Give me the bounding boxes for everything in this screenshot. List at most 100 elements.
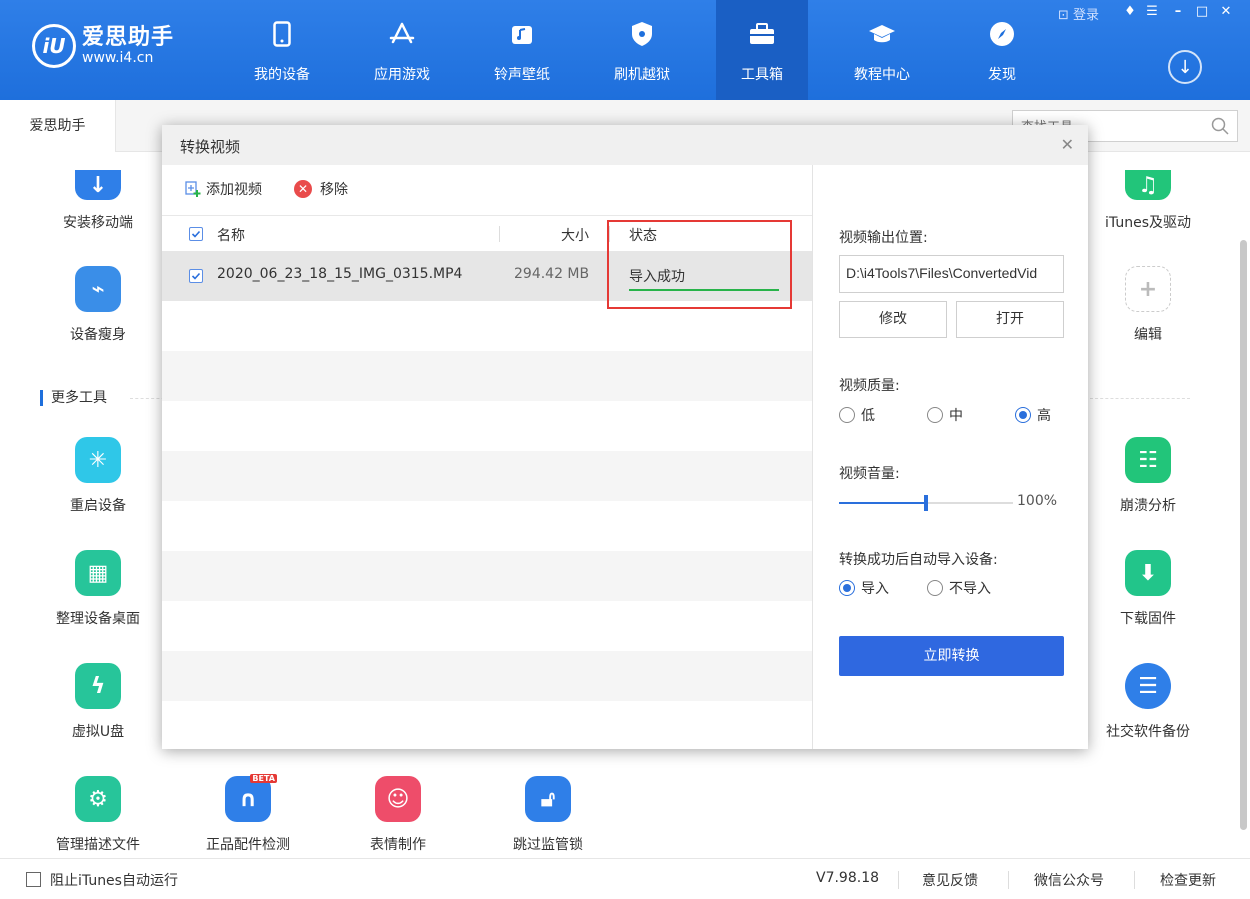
- close-icon[interactable]: ✕: [1061, 135, 1074, 154]
- download-icon[interactable]: ↓: [1168, 50, 1202, 84]
- search-icon[interactable]: [1211, 117, 1229, 135]
- radio-button: [927, 580, 943, 596]
- column-name[interactable]: 名称: [217, 225, 245, 245]
- appstore-icon: [388, 20, 416, 48]
- column-size[interactable]: 大小: [561, 225, 589, 245]
- graduation-cap-icon: [868, 20, 896, 48]
- quality-low-radio[interactable]: 低: [839, 405, 875, 425]
- tool-accessory-check[interactable]: ∩ BETA 正品配件检测: [178, 774, 318, 854]
- table-row-empty: [162, 451, 812, 501]
- tool-device-cleanup[interactable]: ⌁ 设备瘦身: [28, 266, 168, 344]
- volume-value: 100%: [1017, 493, 1058, 509]
- tool-install-mobile[interactable]: ↓ 安装移动端: [28, 170, 168, 232]
- app-title: 爱思助手: [82, 25, 175, 50]
- close-icon[interactable]: ✕: [1216, 4, 1236, 20]
- block-itunes-label[interactable]: 阻止iTunes自动运行: [50, 870, 178, 890]
- nav-ringtones[interactable]: 铃声壁纸: [476, 0, 568, 100]
- remove-icon: ✕: [294, 180, 312, 198]
- shield-icon: [628, 20, 656, 48]
- skin-icon[interactable]: ♦: [1120, 4, 1140, 20]
- menu-icon[interactable]: ☰: [1142, 4, 1162, 20]
- tool-emoji-maker[interactable]: ☺ 表情制作: [328, 776, 468, 854]
- nav-my-device[interactable]: 我的设备: [236, 0, 328, 100]
- nav-discover[interactable]: 发现: [956, 0, 1048, 100]
- file-size: 294.42 MB: [514, 266, 590, 282]
- table-row-empty: [162, 351, 812, 401]
- highlight-box: [607, 220, 792, 309]
- auto-import-label: 转换成功后自动导入设备:: [839, 552, 998, 568]
- tool-itunes-driver[interactable]: ♫ iTunes及驱动: [1078, 170, 1218, 232]
- tool-social-backup[interactable]: ☰ 社交软件备份: [1078, 663, 1218, 741]
- block-itunes-checkbox[interactable]: [26, 872, 41, 887]
- output-path-field[interactable]: D:\i4Tools7\Files\ConvertedVid: [839, 255, 1064, 293]
- remove-button[interactable]: ✕ 移除: [294, 179, 348, 199]
- convert-now-button[interactable]: 立即转换: [839, 636, 1064, 676]
- restart-icon: ✳: [75, 437, 121, 483]
- table-row-empty: [162, 501, 812, 551]
- feedback-link[interactable]: 意见反馈: [922, 870, 978, 890]
- table-row-empty: [162, 601, 812, 651]
- modify-button[interactable]: 修改: [839, 301, 947, 338]
- select-all-checkbox[interactable]: [189, 227, 203, 241]
- tool-virtual-udisk[interactable]: ϟ 虚拟U盘: [28, 663, 168, 741]
- volume-slider-thumb[interactable]: [924, 495, 928, 511]
- row-checkbox[interactable]: [189, 269, 203, 283]
- scrollbar[interactable]: [1240, 240, 1247, 830]
- smiley-icon: ☺: [375, 776, 421, 822]
- import-radio[interactable]: 导入: [839, 578, 889, 598]
- clipboard-icon: ☷: [1125, 437, 1171, 483]
- volume-slider-fill: [839, 502, 926, 504]
- no-import-radio[interactable]: 不导入: [927, 578, 991, 598]
- tool-manage-profiles[interactable]: ⚙ 管理描述文件: [28, 776, 168, 854]
- nav-apps-games[interactable]: 应用游戏: [356, 0, 448, 100]
- nav-tutorials[interactable]: 教程中心: [836, 0, 928, 100]
- app-header: iU 爱思助手 www.i4.cn 我的设备 应用游戏 铃声壁纸 刷机越狱 工具…: [0, 0, 1250, 100]
- add-file-icon: [185, 181, 201, 197]
- beta-badge: BETA: [250, 774, 277, 783]
- grid-icon: ▦: [75, 550, 121, 596]
- minimize-icon[interactable]: –: [1168, 4, 1188, 20]
- file-name: 2020_06_23_18_15_IMG_0315.MP4: [217, 266, 463, 282]
- chat-backup-icon: ☰: [1125, 663, 1171, 709]
- section-more-tools: 更多工具: [40, 390, 107, 406]
- version-label: V7.98.18: [816, 870, 880, 886]
- tool-edit[interactable]: + 编辑: [1078, 266, 1218, 344]
- open-button[interactable]: 打开: [956, 301, 1064, 338]
- nav-flash-jailbreak[interactable]: 刷机越狱: [596, 0, 688, 100]
- maximize-icon[interactable]: □: [1192, 4, 1212, 20]
- quality-high-radio[interactable]: 高: [1015, 405, 1051, 425]
- usb-icon: ϟ: [75, 663, 121, 709]
- music-icon: [508, 20, 536, 48]
- unlock-icon: 🔓︎: [525, 776, 571, 822]
- convert-video-dialog: 转换视频 ✕ 添加视频 ✕ 移除 名称 大小 状态 2020_06_23_18_…: [162, 125, 1088, 749]
- nav-toolbox[interactable]: 工具箱: [716, 0, 808, 100]
- table-row-empty: [162, 401, 812, 451]
- volume-label: 视频音量:: [839, 466, 900, 482]
- output-location-label: 视频输出位置:: [839, 230, 928, 246]
- check-update-link[interactable]: 检查更新: [1160, 870, 1216, 890]
- itunes-icon: ♫: [1125, 170, 1171, 200]
- radio-button: [839, 407, 855, 423]
- tab-home[interactable]: 爱思助手: [0, 100, 116, 152]
- toolbox-icon: [748, 20, 776, 48]
- tool-restart-device[interactable]: ✳ 重启设备: [28, 437, 168, 515]
- dialog-title: 转换视频: [180, 138, 241, 156]
- table-row-empty: [162, 701, 812, 749]
- tool-crash-analysis[interactable]: ☷ 崩溃分析: [1078, 437, 1218, 515]
- section-divider: [1090, 398, 1190, 399]
- wechat-link[interactable]: 微信公众号: [1034, 870, 1104, 890]
- volume-slider[interactable]: [839, 495, 1013, 511]
- tool-bypass-lock[interactable]: 🔓︎ 跳过监管锁: [478, 776, 618, 854]
- login-link[interactable]: ⊡ 登录: [1058, 4, 1099, 23]
- radio-button: [927, 407, 943, 423]
- add-video-button[interactable]: 添加视频: [184, 179, 262, 199]
- table-row-empty: [162, 551, 812, 601]
- radio-button-selected: [1015, 407, 1031, 423]
- quality-medium-radio[interactable]: 中: [927, 405, 963, 425]
- column-divider: [499, 226, 500, 242]
- table-row-empty: [162, 651, 812, 701]
- settings-file-icon: ⚙: [75, 776, 121, 822]
- tool-download-firmware[interactable]: ⬇ 下载固件: [1078, 550, 1218, 628]
- tool-organize-desktop[interactable]: ▦ 整理设备桌面: [28, 550, 168, 628]
- radio-button-selected: [839, 580, 855, 596]
